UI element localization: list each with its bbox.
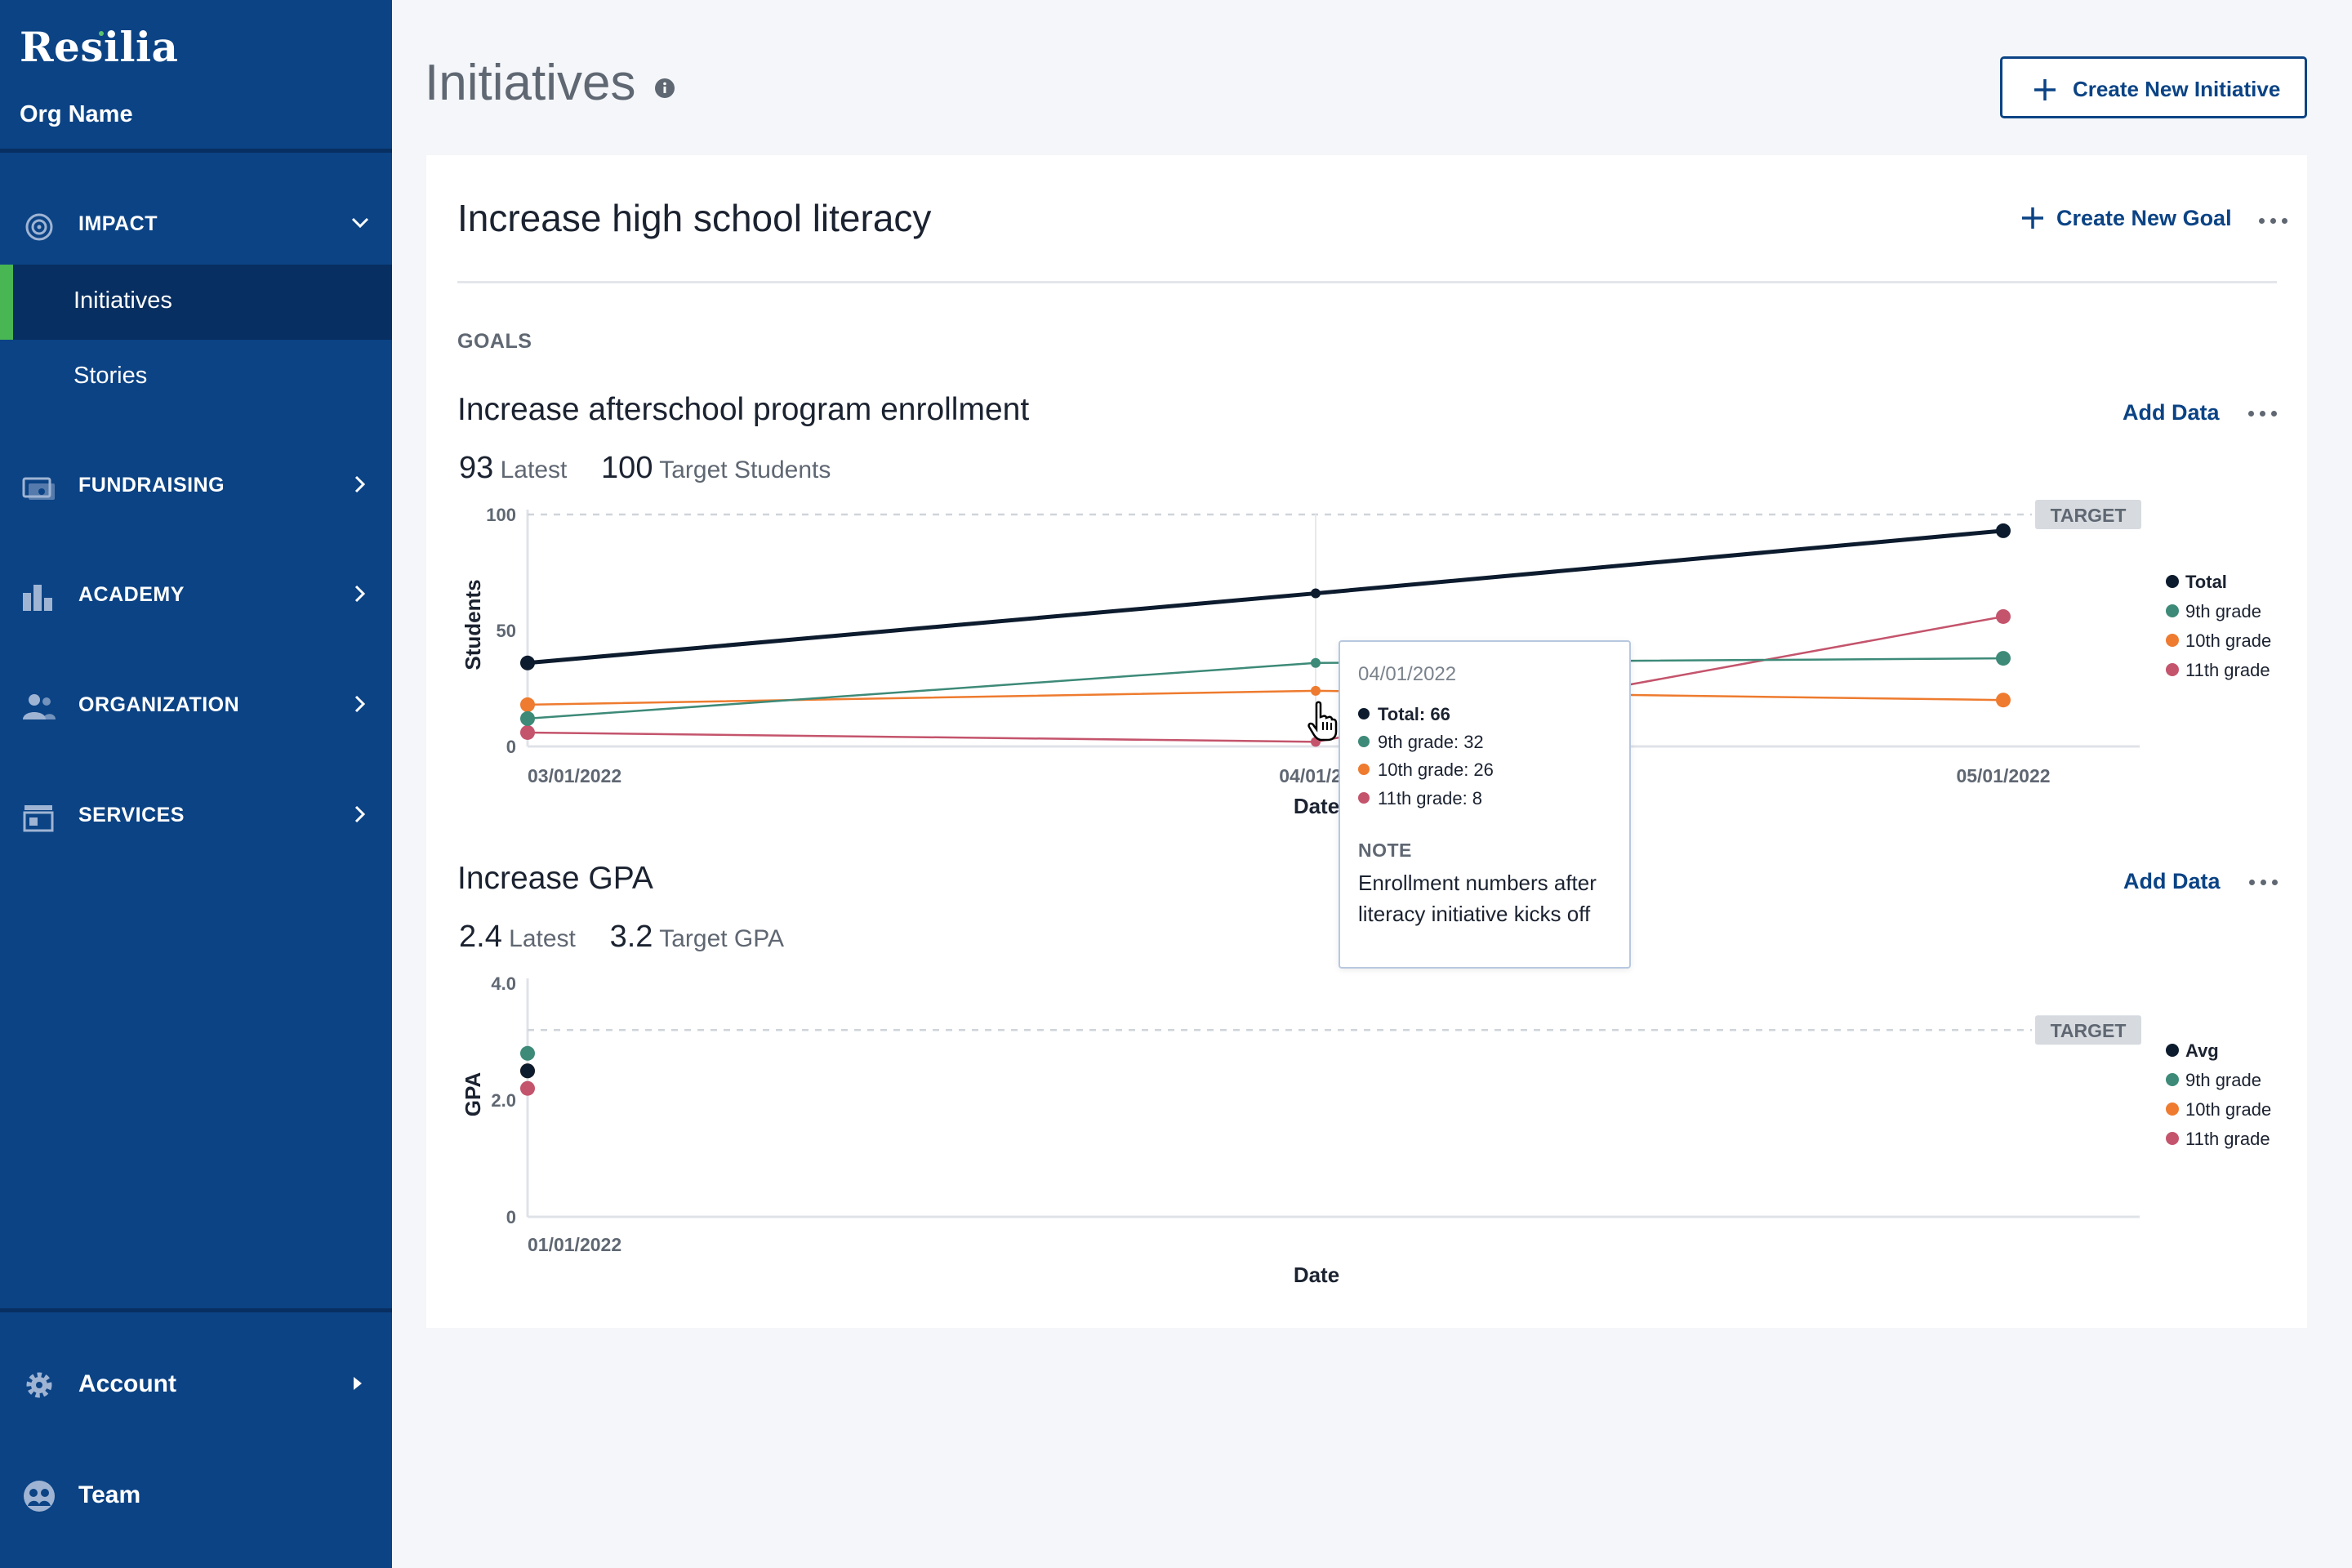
- data-point: [1996, 523, 2011, 538]
- data-point: [1311, 657, 1321, 668]
- y-tick-label: 100: [486, 505, 516, 525]
- y-axis-label: Students: [461, 579, 485, 670]
- y-tick-label: 0: [506, 1207, 516, 1227]
- legend-dot: [2166, 604, 2179, 617]
- legend-dot: [1358, 792, 1370, 804]
- hand-pointer-cursor-icon: [1307, 701, 1338, 742]
- data-point: [1311, 588, 1321, 599]
- tooltip-note-heading: NOTE: [1358, 840, 1412, 861]
- tooltip-value: Total: 66: [1378, 704, 1450, 724]
- legend-label: Total: [2185, 572, 2227, 592]
- legend-label: 11th grade: [2185, 660, 2270, 680]
- y-tick-label: 50: [497, 621, 516, 641]
- legend-label: 9th grade: [2185, 601, 2261, 621]
- legend-label: Avg: [2185, 1040, 2219, 1061]
- data-point: [520, 710, 535, 726]
- chart-tooltip: 04/01/2022 Total: 66 9th grade: 32 10th …: [1339, 640, 1631, 969]
- y-tick-label: 0: [506, 737, 516, 757]
- tooltip-value: 9th grade: 32: [1378, 732, 1484, 752]
- tooltip-row-9th: 9th grade: 32: [1358, 732, 1484, 753]
- legend-label: 9th grade: [2185, 1070, 2261, 1090]
- x-axis-label: Date: [1294, 794, 1339, 818]
- y-tick-label: 4.0: [491, 973, 516, 994]
- tooltip-note: Enrollment numbers after literacy initia…: [1358, 871, 1597, 926]
- data-point: [1996, 693, 2011, 708]
- legend-label: 10th grade: [2185, 630, 2271, 651]
- x-tick-label: 01/01/2022: [528, 1234, 621, 1255]
- tooltip-value: 10th grade: 26: [1378, 760, 1494, 780]
- data-point: [1996, 608, 2011, 624]
- legend-label: 11th grade: [2185, 1129, 2270, 1149]
- legend-dot: [2166, 663, 2179, 676]
- legend-dot: [1358, 736, 1370, 747]
- legend-dot: [2166, 634, 2179, 647]
- tooltip-row-10th: 10th grade: 26: [1358, 760, 1494, 781]
- legend-dot: [2166, 1073, 2179, 1086]
- legend-dot: [2166, 1102, 2179, 1116]
- data-point: [520, 697, 535, 712]
- x-axis-label: Date: [1294, 1263, 1339, 1287]
- legend-dot: [1358, 764, 1370, 775]
- tooltip-row-11th: 11th grade: 8: [1358, 788, 1482, 809]
- data-point: [520, 724, 535, 740]
- data-point: [520, 1080, 535, 1096]
- series-line-total: [527, 528, 2004, 666]
- target-badge-label: TARGET: [2051, 1020, 2127, 1041]
- legend-dot: [2166, 1132, 2179, 1145]
- target-badge-label: TARGET: [2051, 505, 2127, 526]
- data-point: [1311, 685, 1321, 696]
- series-line-11th-grade: [527, 615, 2004, 743]
- tooltip-date: 04/01/2022: [1358, 663, 1457, 685]
- tooltip-row-total: Total: 66: [1358, 704, 1450, 725]
- y-tick-label: 2.0: [491, 1090, 516, 1111]
- data-point: [520, 655, 535, 670]
- legend-label: 10th grade: [2185, 1099, 2271, 1120]
- charts: 050100 TARGET03/01/2022 04/01/20 05/01/2022…: [461, 500, 2271, 1287]
- legend-dot: [1358, 708, 1370, 719]
- series-line-9th-grade: [527, 657, 2004, 720]
- legend-dot: [2166, 575, 2179, 588]
- x-tick-label: 05/01/2022: [1956, 765, 2050, 786]
- data-point: [520, 1045, 535, 1061]
- legend-dot: [2166, 1044, 2179, 1057]
- data-point: [1996, 651, 2011, 666]
- data-point: [520, 1063, 535, 1079]
- y-axis-label: GPA: [461, 1072, 485, 1117]
- x-tick-label: 03/01/2022: [528, 765, 621, 786]
- tooltip-value: 11th grade: 8: [1378, 788, 1483, 808]
